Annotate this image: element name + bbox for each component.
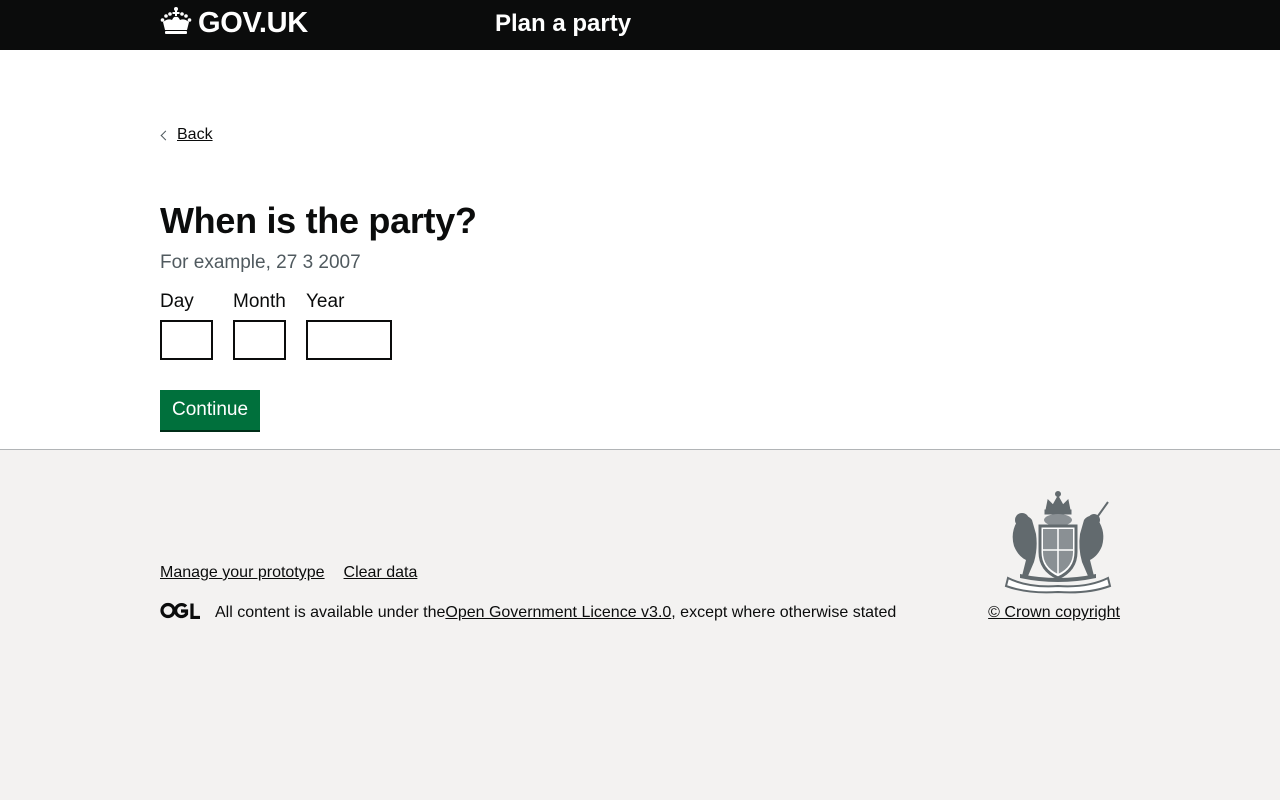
date-hint: For example, 27 3 2007 [160,252,361,273]
date-item-year: Year [306,290,392,360]
footer-inner: Manage your prototype Clear data All con… [160,450,1120,799]
logo-text: GOV.UK [198,6,308,39]
royal-coat-of-arms-icon [995,490,1120,594]
back-link-label: Back [177,126,213,143]
continue-button[interactable]: Continue [160,390,261,430]
header-inner: GOV.UK Plan a party [160,0,1120,50]
footer: Manage your prototype Clear data All con… [0,450,1280,799]
licence-prefix: All content is available under the [215,604,446,621]
govuk-logo-link[interactable]: GOV.UK [160,6,308,40]
manage-prototype-link[interactable]: Manage your prototype [160,564,325,582]
licence-row: All content is available under the Open … [160,602,896,624]
date-input-group: Day Month Year [160,290,412,360]
back-chevron-icon [160,130,171,140]
crown-copyright-link[interactable]: © Crown copyright [988,604,1120,622]
day-label: Day [160,291,194,312]
date-item-month: Month [233,290,286,360]
footer-links: Manage your prototype Clear data [160,564,436,582]
date-item-day: Day [160,290,213,360]
page-title: When is the party? [160,200,477,241]
header: GOV.UK Plan a party [0,0,1280,50]
year-input[interactable] [306,320,392,360]
licence-suffix: , except where otherwise stated [671,604,897,621]
year-label: Year [306,291,345,312]
main-wrapper: Back When is the party? For example, 27 … [0,50,1280,450]
clear-data-link[interactable]: Clear data [344,564,418,582]
service-name-link[interactable]: Plan a party [495,10,631,38]
month-label: Month [233,291,286,312]
month-input[interactable] [233,320,286,360]
ogl-logo-icon [160,602,215,624]
back-link[interactable]: Back [160,126,213,144]
crown-icon [160,6,198,41]
ogl-licence-link[interactable]: Open Government Licence v3.0 [445,604,671,622]
page: GOV.UK Plan a party Back When is the par… [0,0,1280,800]
day-input[interactable] [160,320,213,360]
